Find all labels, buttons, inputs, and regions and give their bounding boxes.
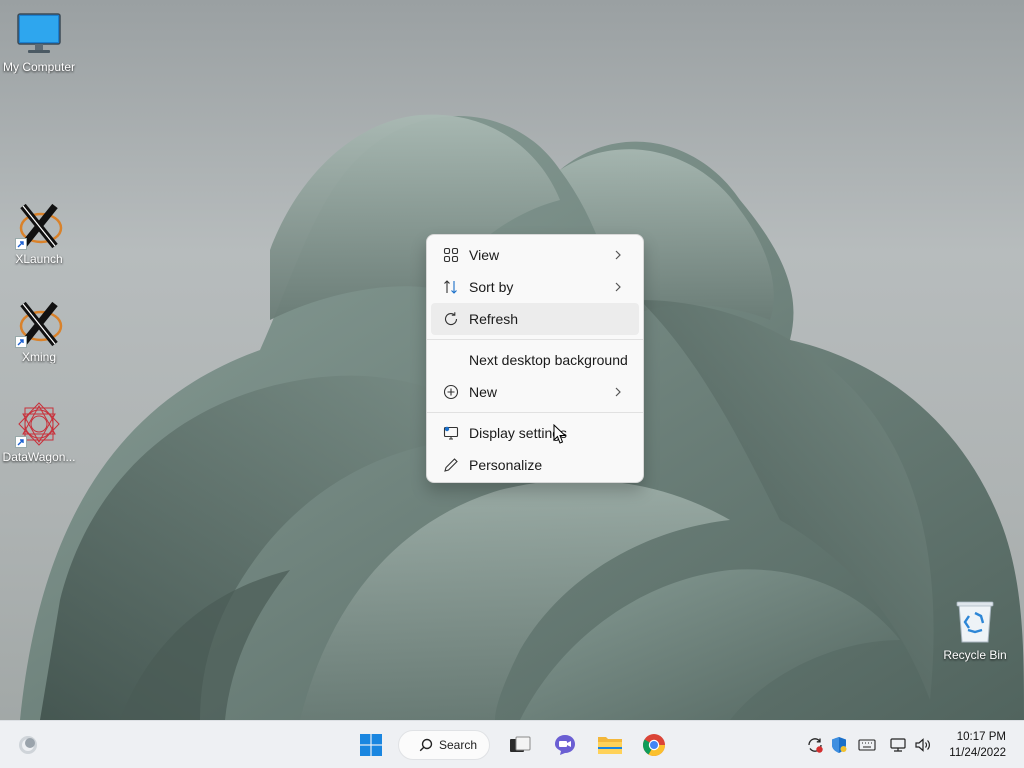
grid-icon <box>441 245 461 265</box>
chat-icon <box>555 735 575 755</box>
desktop-icon-xlaunch[interactable]: XLaunch <box>0 202 78 266</box>
mouse-cursor-icon <box>553 424 567 444</box>
display-icon <box>441 423 461 443</box>
search-icon <box>419 738 433 752</box>
menu-item-next-desktop-background[interactable]: Next desktop background <box>431 344 639 376</box>
file-explorer-button[interactable] <box>594 729 626 761</box>
monitor-icon <box>15 10 63 58</box>
menu-item-label: Refresh <box>469 311 519 327</box>
desktop-icon-xming[interactable]: Xming <box>0 300 78 364</box>
chrome-icon <box>643 734 665 756</box>
volume-icon[interactable] <box>913 735 933 755</box>
menu-item-refresh[interactable]: Refresh <box>431 303 639 335</box>
menu-item-label: Personalize <box>469 457 543 473</box>
xming-icon <box>15 300 63 348</box>
refresh-icon <box>441 309 461 329</box>
shortcut-arrow-icon <box>15 336 27 348</box>
desktop-context-menu: View Sort by Refresh Next desktop backgr… <box>426 234 644 483</box>
menu-item-sort-by[interactable]: Sort by <box>431 271 639 303</box>
network-icon[interactable] <box>888 735 908 755</box>
search-label: Search <box>439 738 478 752</box>
taskbar-search[interactable]: Search <box>398 730 490 760</box>
desktop-icon-label: DataWagon... <box>2 450 76 464</box>
desktop-icon-label: Xming <box>21 350 56 364</box>
menu-item-view[interactable]: View <box>431 239 639 271</box>
taskbar: Search 10:17 PM 11/24/2022 <box>0 720 1024 768</box>
clock-time: 10:17 PM <box>956 731 1006 743</box>
desktop-icon-my-computer[interactable]: My Computer <box>0 10 78 74</box>
desktop-icon-datawagon[interactable]: DataWagon... <box>0 400 78 464</box>
plus-circle-icon <box>441 382 461 402</box>
task-view-button[interactable] <box>504 729 536 761</box>
recycle-bin-icon <box>951 598 999 646</box>
clock-date: 11/24/2022 <box>949 747 1006 759</box>
sort-icon <box>441 277 461 297</box>
menu-item-label: Next desktop background <box>469 352 628 368</box>
menu-separator <box>427 412 643 413</box>
desktop-icon-recycle-bin[interactable]: Recycle Bin <box>936 598 1014 662</box>
menu-item-display-settings[interactable]: Display settings <box>431 417 639 449</box>
menu-item-label: View <box>469 247 500 263</box>
xlaunch-icon <box>15 202 63 250</box>
security-icon[interactable] <box>829 735 849 755</box>
chevron-right-icon <box>615 282 625 292</box>
desktop[interactable]: My Computer XLaunch Xming DataWagon... R… <box>0 0 1024 720</box>
taskbar-clock[interactable]: 10:17 PM 11/24/2022 <box>936 729 1006 761</box>
chrome-button[interactable] <box>638 729 670 761</box>
update-icon[interactable] <box>805 735 825 755</box>
widgets-button[interactable] <box>12 729 44 761</box>
keyboard-icon[interactable] <box>857 735 877 755</box>
start-icon <box>360 734 382 756</box>
file-explorer-icon <box>598 737 622 754</box>
pen-icon <box>441 455 461 475</box>
datawagon-icon <box>15 400 63 448</box>
desktop-icon-label: Recycle Bin <box>943 648 1007 662</box>
menu-item-new[interactable]: New <box>431 376 639 408</box>
chat-button[interactable] <box>549 729 581 761</box>
menu-item-personalize[interactable]: Personalize <box>431 449 639 481</box>
start-button[interactable] <box>355 729 387 761</box>
desktop-icon-label: XLaunch <box>15 252 63 266</box>
menu-item-label: New <box>469 384 498 400</box>
menu-separator <box>427 339 643 340</box>
shortcut-arrow-icon <box>15 436 27 448</box>
chevron-right-icon <box>615 250 625 260</box>
shortcut-arrow-icon <box>15 238 27 250</box>
weather-icon <box>19 736 37 754</box>
desktop-icon-label: My Computer <box>2 60 76 74</box>
menu-item-label: Sort by <box>469 279 514 295</box>
task-view-icon <box>510 736 531 752</box>
chevron-right-icon <box>615 387 625 397</box>
